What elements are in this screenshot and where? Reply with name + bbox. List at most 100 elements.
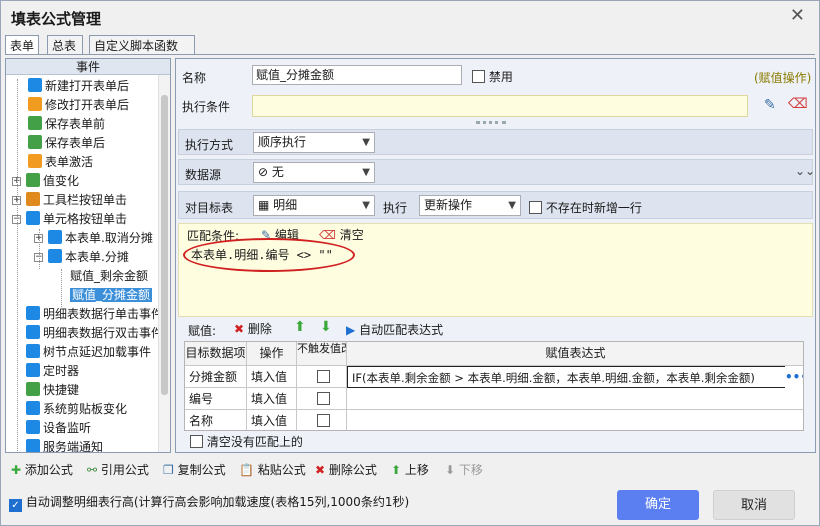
event-icon — [48, 230, 62, 244]
event-icon — [26, 192, 40, 206]
move-up-green-icon[interactable]: ⬆ — [294, 319, 306, 335]
match-clear-button[interactable]: ⌫ 清空 — [319, 226, 364, 243]
tree-item[interactable]: 保存表单后 — [28, 134, 105, 153]
match-condition-area[interactable]: 匹配条件: ✎ 编辑 ⌫ 清空 本表单.明细.编号 <> "" — [178, 223, 813, 317]
grid-cell-op[interactable]: 填入值 — [247, 388, 297, 410]
col-header-expr: 赋值表达式 — [347, 342, 803, 366]
do-select[interactable]: 更新操作 ▼ — [419, 195, 521, 216]
no-trigger-checkbox[interactable] — [317, 414, 330, 427]
tab-custom-script[interactable]: 自定义脚本函数 — [89, 35, 195, 54]
move-down-green-icon[interactable]: ⬇ — [320, 319, 332, 335]
tree-item[interactable]: 设备监听 — [26, 419, 91, 438]
delete-formula-button[interactable]: ✖ 删除公式 — [315, 461, 377, 478]
grid-cell-no-trigger[interactable] — [297, 388, 347, 410]
plus-icon: ✚ — [11, 463, 22, 477]
datasource-value: 无 — [271, 165, 284, 179]
condition-input[interactable] — [252, 95, 748, 117]
expand-chevron-icon[interactable]: ⌄⌄ — [795, 164, 815, 178]
auto-match-button[interactable]: ▶ 自动匹配表达式 — [346, 321, 443, 338]
edit-condition-icon[interactable]: ✎ — [764, 97, 776, 113]
paste-icon: 📋 — [239, 463, 254, 477]
tree-item[interactable]: 明细表数据行双击事件 — [26, 324, 163, 343]
grid-cell-no-trigger[interactable] — [297, 366, 347, 388]
chevron-down-icon: ▼ — [362, 167, 370, 178]
red-x-icon: ✖ — [315, 463, 326, 477]
event-icon — [26, 325, 40, 339]
tree-item-label: 表单激活 — [45, 155, 94, 169]
tree-item-label: 保存表单后 — [45, 136, 106, 150]
tree-item[interactable]: 表单激活 — [28, 153, 93, 172]
match-clear-label: 清空 — [339, 228, 364, 242]
arrow-down-icon: ⬇ — [445, 463, 456, 477]
disable-checkbox[interactable] — [472, 70, 485, 83]
ref-formula-button[interactable]: ⚯ 引用公式 — [87, 461, 149, 478]
no-trigger-checkbox[interactable] — [317, 370, 330, 383]
title-bar: 填表公式管理 ✕ — [1, 1, 819, 33]
tree-item[interactable]: 明细表数据行单击事件 — [26, 305, 163, 324]
paste-formula-button[interactable]: 📋 粘贴公式 — [239, 461, 306, 478]
tree-item[interactable]: 服务端通知 — [26, 438, 103, 452]
ok-button[interactable]: 确定 — [617, 490, 699, 520]
copy-formula-button[interactable]: ❐ 复制公式 — [163, 461, 226, 478]
tree-item[interactable]: 值变化 — [26, 172, 79, 191]
tree-item[interactable]: 单元格按钮单击 — [26, 210, 127, 229]
do-value: 更新操作 — [424, 198, 473, 212]
more-dots-icon[interactable]: ••• — [785, 366, 803, 388]
clear-unmatched-checkbox-group[interactable]: 清空没有匹配上的 — [190, 433, 303, 450]
tab-summary[interactable]: 总表 — [47, 35, 83, 54]
grid-cell-expr[interactable] — [347, 388, 803, 410]
clear-unmatched-checkbox[interactable] — [190, 435, 203, 448]
tree-item[interactable]: 赋值_分摊金额 — [70, 286, 153, 305]
grid-cell-op[interactable]: 填入值 — [247, 410, 297, 430]
move-down-label: 下移 — [458, 463, 483, 477]
grid-cell-op[interactable]: 填入值 — [247, 366, 297, 388]
move-down-button[interactable]: ⬇ 下移 — [445, 461, 483, 478]
assign-label: 赋值: — [188, 324, 217, 338]
tree-item[interactable]: 树节点延迟加载事件 — [26, 343, 151, 362]
grid-cell-field[interactable]: 名称 — [185, 410, 247, 430]
grid-cell-no-trigger[interactable] — [297, 410, 347, 430]
close-icon[interactable]: ✕ — [790, 5, 805, 26]
tree-item-label: 赋值_分摊金额 — [70, 288, 153, 302]
tree-item[interactable]: 本表单.分摊 — [48, 248, 129, 267]
exec-mode-label: 执行方式 — [185, 138, 234, 152]
exec-mode-select[interactable]: 顺序执行 ▼ — [253, 132, 375, 153]
tree-item-label: 新建打开表单后 — [45, 79, 130, 93]
eraser-icon[interactable]: ⌫ — [788, 96, 808, 112]
tree-item-label: 修改打开表单后 — [45, 98, 130, 112]
disable-checkbox-group[interactable]: 禁用 — [472, 68, 513, 85]
grid-cell-field[interactable]: 编号 — [185, 388, 247, 410]
name-input[interactable]: 赋值_分摊金额 — [252, 65, 462, 85]
add-row-checkbox[interactable] — [529, 201, 542, 214]
tree-item[interactable]: 快捷键 — [26, 381, 79, 400]
splitter-handle[interactable] — [476, 121, 506, 124]
delete-assign-button[interactable]: ✖ 删除 — [234, 320, 272, 337]
grid-cell-field[interactable]: 分摊金额 — [185, 366, 247, 388]
add-formula-button[interactable]: ✚ 添加公式 — [11, 461, 73, 478]
event-icon — [28, 116, 42, 130]
tree-item[interactable]: 保存表单前 — [28, 115, 105, 134]
add-row-checkbox-group[interactable]: 不存在时新增一行 — [529, 199, 642, 216]
tree-item[interactable]: 修改打开表单后 — [28, 96, 129, 115]
dialog-window: 填表公式管理 ✕ 表单 总表 自定义脚本函数 事件 新建打开表单后 修改打开表单后… — [0, 0, 820, 526]
target-select[interactable]: ▦ 明细 ▼ — [253, 195, 375, 216]
tree-item[interactable]: 定时器 — [26, 362, 79, 381]
no-trigger-checkbox[interactable] — [317, 392, 330, 405]
ref-formula-label: 引用公式 — [100, 463, 149, 477]
grid-cell-expr[interactable] — [347, 410, 803, 430]
tree-item[interactable]: 系统剪贴板变化 — [26, 400, 127, 419]
auto-adjust-group[interactable]: ✓ 自动调整明细表行高(计算行高会影响加载速度(表格15列,1000条约1秒) — [9, 493, 409, 512]
cancel-button[interactable]: 取消 — [713, 490, 795, 520]
tab-form[interactable]: 表单 — [5, 35, 39, 55]
move-up-button[interactable]: ⬆ 上移 — [391, 461, 429, 478]
tree-item[interactable]: 本表单.取消分摊 — [48, 229, 153, 248]
chevron-down-icon: ▼ — [362, 137, 370, 148]
tree-item[interactable]: 工具栏按钮单击 — [26, 191, 127, 210]
tree-item[interactable]: 赋值_剩余金额 — [70, 267, 148, 286]
grid-cell-expr[interactable]: IF(本表单.剩余金额 > 本表单.明细.金额，本表单.明细.金额，本表单.剩余… — [347, 366, 803, 388]
auto-adjust-checkbox[interactable]: ✓ — [9, 499, 22, 512]
tree-item[interactable]: 新建打开表单后 — [28, 77, 129, 96]
tree-scrollbar[interactable] — [158, 75, 170, 452]
event-icon — [28, 78, 42, 92]
datasource-select[interactable]: ⊘ 无 ▼ — [253, 162, 375, 183]
